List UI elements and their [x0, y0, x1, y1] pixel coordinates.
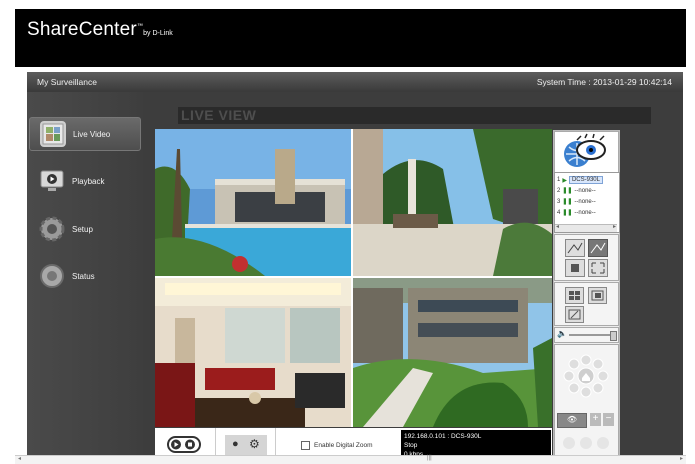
single-view-button[interactable] — [565, 259, 585, 277]
sidebar-item-label: Setup — [72, 224, 93, 234]
setup-gear-icon — [39, 216, 65, 242]
list-item[interactable]: 3 ❚❚ --none-- — [557, 198, 596, 206]
fullscreen-button[interactable] — [588, 259, 608, 277]
settings-gear-icon[interactable]: ⚙ — [249, 437, 260, 451]
camera-info-panel: 192.168.0.101 : DCS-930L Stop 0 kbps — [401, 430, 551, 458]
ptz-controls: 👁 + − — [554, 344, 619, 456]
view-mode-controls — [554, 282, 619, 326]
play-state-icon: ▶ — [562, 177, 567, 184]
slider-handle[interactable] — [610, 331, 617, 341]
scroll-left-icon[interactable]: ◂ — [18, 455, 21, 462]
slider-track — [569, 334, 613, 336]
camera-view-4[interactable] — [353, 278, 552, 427]
ptz-direction-pad[interactable] — [555, 350, 618, 415]
audio-settings-controls: ● ⚙ — [225, 435, 267, 455]
sidebar-item-live-video[interactable]: Live Video — [29, 117, 141, 151]
edit-view-button[interactable] — [565, 306, 584, 323]
zoom-in-button[interactable]: + — [590, 413, 601, 426]
record-dot-icon[interactable]: ● — [232, 438, 239, 450]
record-button[interactable] — [588, 239, 608, 257]
pause-state-icon: ❚❚ — [562, 188, 573, 194]
playback-controls-bar: ● ⚙ Enable Digital Zoom 192.168.0.101 : … — [155, 428, 552, 458]
camera-state: Stop — [404, 442, 418, 449]
ptz-misc-icons[interactable] — [555, 433, 618, 453]
snapshot-button[interactable] — [565, 239, 585, 257]
layout-controls — [554, 234, 619, 281]
camera-list: 1 ▶ DCS-930L 2 ❚❚ --none-- 3 ❚❚ --none--… — [554, 172, 620, 233]
live-view-title: LIVE VIEW — [178, 107, 651, 124]
system-time: System Time : 2013-01-29 10:42:14 — [536, 77, 672, 87]
camera-address: 192.168.0.101 : DCS-930L — [404, 433, 482, 440]
sharecenter-logo: ShareCenter™by D-Link — [27, 19, 173, 40]
volume-slider[interactable]: 🔈 — [554, 327, 619, 343]
brand-bar: ShareCenter™by D-Link — [15, 9, 686, 67]
preset-binoculars-button[interactable]: 👁 — [557, 413, 587, 428]
pause-state-icon: ❚❚ — [562, 210, 573, 216]
sidebar-item-label: Status — [72, 271, 95, 281]
list-scrollbar[interactable]: ◂ ▸ — [555, 224, 617, 232]
surveillance-logo-icon — [554, 131, 619, 173]
list-item[interactable]: 1 ▶ DCS-930L — [557, 176, 603, 184]
quad-view-button[interactable] — [565, 287, 584, 304]
status-icon — [39, 263, 65, 289]
camera-view-3[interactable] — [155, 278, 351, 427]
sidebar-item-label: Live Video — [73, 129, 111, 139]
pause-state-icon: ❚❚ — [562, 199, 573, 205]
title-bar: My Surveillance System Time : 2013-01-29… — [27, 72, 683, 92]
live-video-icon — [40, 121, 66, 147]
sequence-view-button[interactable] — [588, 287, 607, 304]
sidebar: Live Video Playback Setup Status — [27, 92, 143, 455]
list-item[interactable]: 4 ❚❚ --none-- — [557, 209, 596, 217]
sidebar-item-setup[interactable]: Setup — [29, 213, 139, 245]
sidebar-item-playback[interactable]: Playback — [29, 165, 139, 197]
digital-zoom-toggle[interactable]: Enable Digital Zoom — [301, 441, 373, 450]
camera-grid — [155, 129, 552, 427]
playback-icon — [39, 168, 65, 194]
divider — [275, 428, 276, 455]
camera-view-2[interactable] — [353, 129, 552, 276]
scroll-right-icon[interactable]: ▸ — [680, 455, 683, 462]
page-title: My Surveillance — [37, 77, 97, 87]
scroll-right-icon[interactable]: ▸ — [613, 223, 616, 230]
camera-view-1[interactable] — [155, 129, 351, 276]
scroll-grip-icon[interactable]: ||| — [427, 455, 432, 461]
zoom-out-button[interactable]: − — [603, 413, 614, 426]
play-stop-button[interactable] — [167, 436, 201, 453]
main-content: LIVE VIEW 1 ▶ DCS-930L 2 ❚❚ --none-- 3 ❚… — [143, 92, 683, 458]
sidebar-item-label: Playback — [72, 176, 105, 186]
scroll-left-icon[interactable]: ◂ — [556, 223, 559, 230]
sidebar-item-status[interactable]: Status — [29, 260, 139, 292]
digital-zoom-checkbox[interactable] — [301, 441, 310, 450]
list-item[interactable]: 2 ❚❚ --none-- — [557, 187, 596, 195]
play-controls — [155, 428, 216, 455]
speaker-icon: 🔈 — [557, 329, 567, 338]
